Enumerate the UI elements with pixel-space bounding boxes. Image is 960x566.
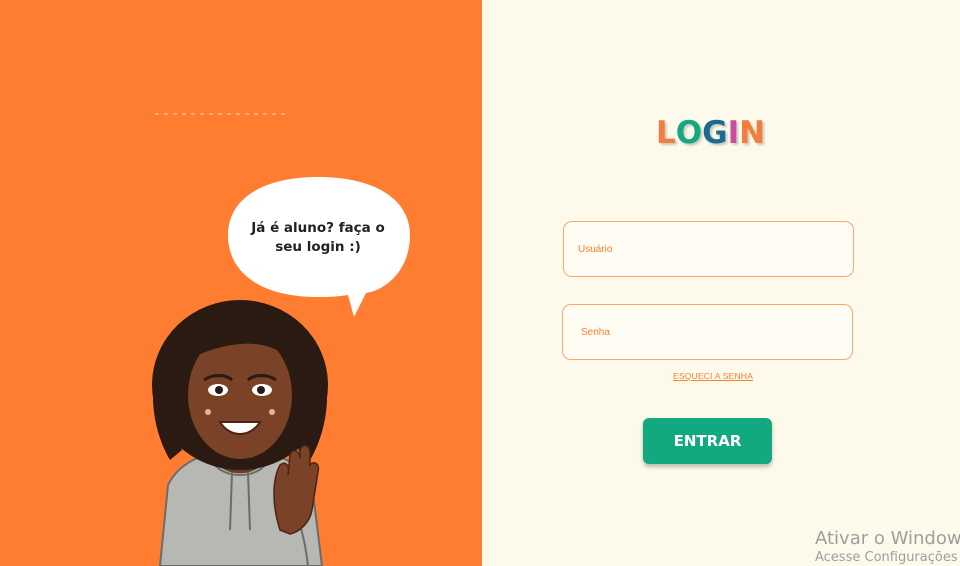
divider [155,113,290,115]
title-letter-o: O [675,115,703,151]
password-field[interactable] [562,304,853,360]
illustration-panel: Já é aluno? faça o seu login :) [0,0,482,566]
username-field[interactable] [563,221,854,277]
password-input[interactable] [581,305,841,359]
username-input[interactable] [578,222,838,276]
login-panel [482,0,960,566]
title-letter-i: I [727,115,740,151]
speech-bubble-text: Já é aluno? faça o seu login :) [251,220,385,255]
title-letter-g: G [702,115,728,151]
title-letter-l: L [656,115,676,151]
login-button[interactable]: ENTRAR [643,418,772,464]
student-avatar [152,300,328,566]
title-letter-n: N [739,115,766,151]
login-title: LOGIN [656,115,765,151]
watermark-subtitle: Acesse Configurações [815,550,958,565]
watermark-title: Ativar o Windows [815,528,960,549]
windows-activation-watermark: Ativar o Windows Acesse Configurações [815,528,960,566]
forgot-password-link[interactable]: ESQUECI A SENHA [673,371,753,381]
speech-bubble: Já é aluno? faça o seu login :) [226,175,410,317]
